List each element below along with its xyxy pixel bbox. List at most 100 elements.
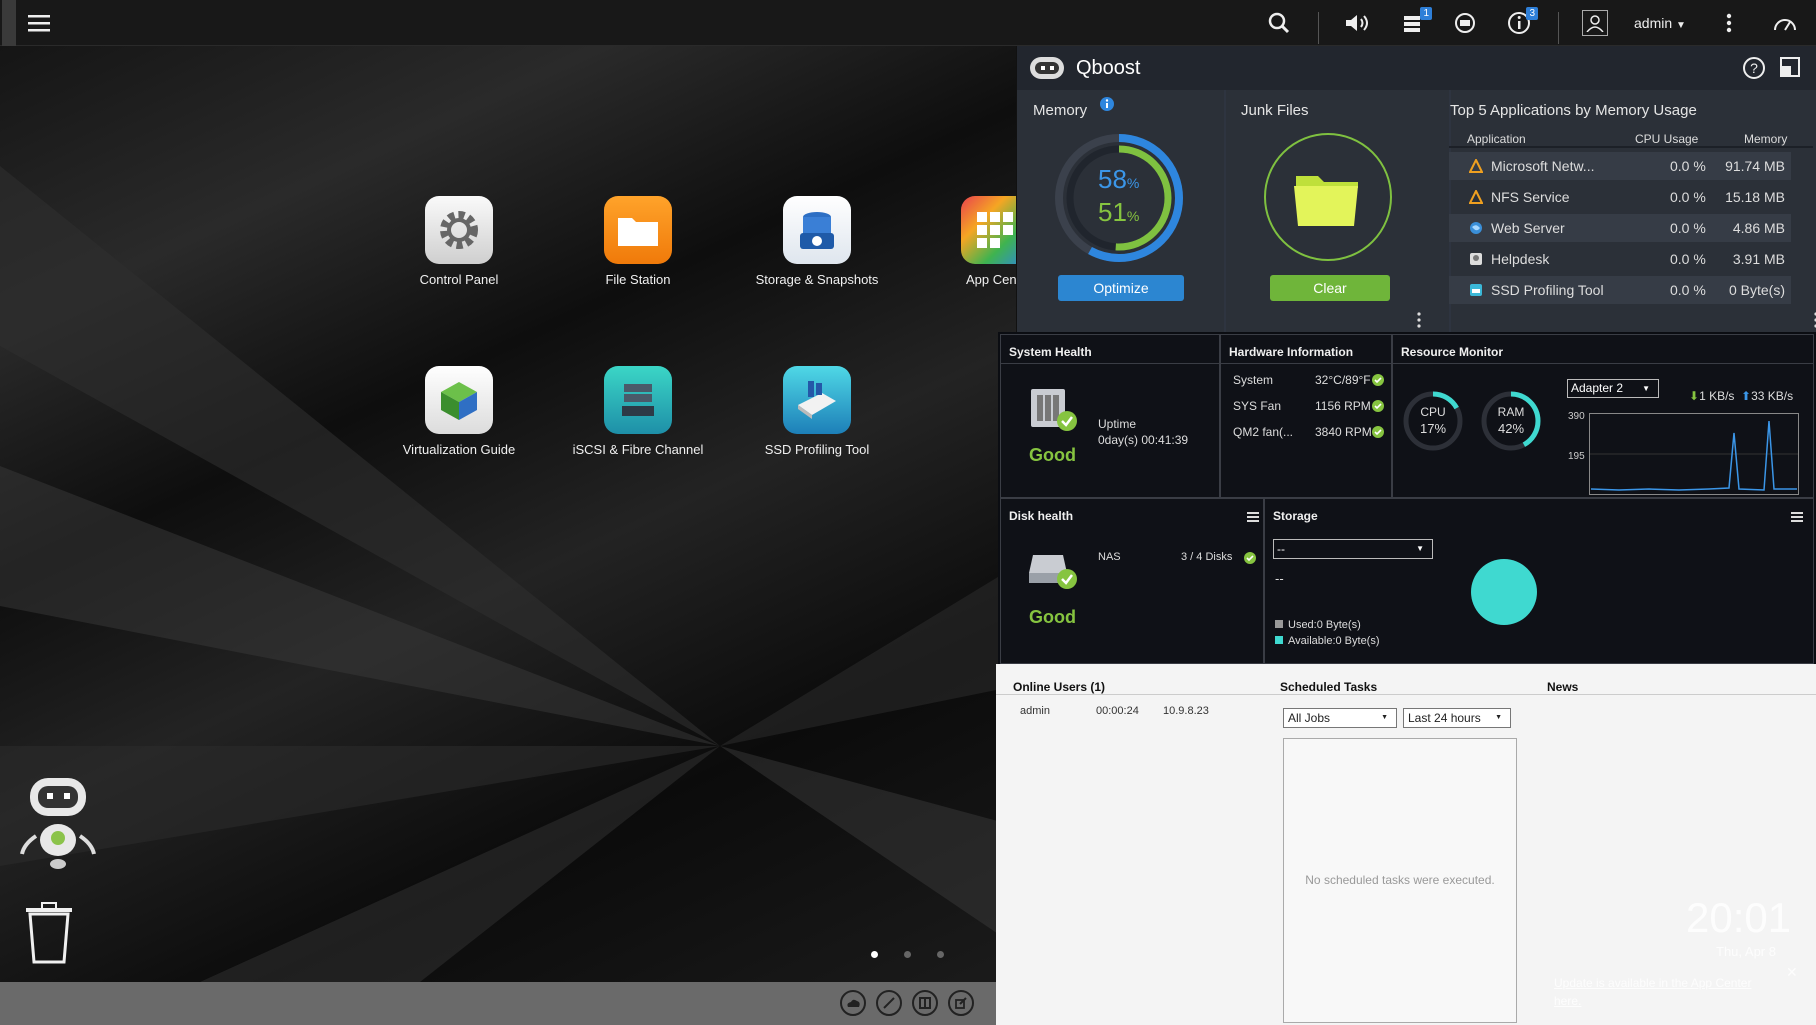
upload-value: 33 KB/s <box>1751 389 1794 403</box>
app-cpu: 0.0 % <box>1670 189 1706 205</box>
app-center-icon <box>961 196 1016 264</box>
more-options-icon[interactable] <box>1714 8 1744 38</box>
online-user-name: admin <box>1020 705 1050 717</box>
app-label: Virtualization Guide <box>402 442 516 457</box>
app-virtualization-guide[interactable]: Virtualization Guide <box>374 366 544 457</box>
list-icon[interactable] <box>1247 509 1259 527</box>
app-mem: 3.91 MB <box>1732 251 1785 267</box>
junk-files-label: Junk Files <box>1241 102 1309 119</box>
hw-label: QM2 fan(... <box>1233 425 1294 439</box>
time-filter-select[interactable]: Last 24 hours ▼ <box>1403 708 1511 728</box>
event-notification-icon[interactable]: 3 <box>1504 7 1538 38</box>
control-panel-gear-icon <box>425 196 493 264</box>
dashboard-widgets: System Health Good Uptime 0day(s) 00:41:… <box>998 332 1816 664</box>
bottom-widgets: Online Users (1) admin 00:00:24 10.9.8.2… <box>996 664 1816 1025</box>
table-row[interactable]: Microsoft Netw... 0.0 % 91.74 MB <box>1449 152 1791 180</box>
junk-more-icon[interactable] <box>1417 312 1421 333</box>
storage-value: -- <box>1275 571 1284 586</box>
dock-panel-icon[interactable] <box>912 990 938 1016</box>
helpdesk-icon <box>1470 253 1482 265</box>
qboost-robot-icon[interactable] <box>18 774 108 879</box>
hw-label: SYS Fan <box>1233 399 1282 413</box>
table-row[interactable]: Web Server 0.0 % 4.86 MB <box>1449 214 1791 242</box>
online-user-ip: 10.9.8.23 <box>1163 705 1209 717</box>
storage-panel: Storage -- ▼ -- Used:0 Byte(s) Available… <box>1264 498 1814 664</box>
adapter-value: Adapter 2 <box>1571 381 1624 395</box>
list-icon[interactable] <box>1791 509 1803 527</box>
disk-health-status: Good <box>1029 607 1076 627</box>
clear-button[interactable]: Clear <box>1270 275 1390 301</box>
resource-monitor-title: Resource Monitor <box>1401 345 1504 359</box>
volume-icon[interactable] <box>1342 8 1372 38</box>
arrow-down-icon: ⬇ <box>1689 389 1700 403</box>
dock-tools-icon[interactable] <box>876 990 902 1016</box>
minimize-widget-icon[interactable] <box>1779 56 1801 83</box>
update-here-link[interactable]: here. <box>1554 994 1581 1008</box>
app-control-panel[interactable]: Control Panel <box>374 196 544 287</box>
memory-info-icon[interactable] <box>1099 96 1115 117</box>
table-row[interactable]: NFS Service 0.0 % 15.18 MB <box>1449 183 1791 211</box>
jobs-filter-value: All Jobs <box>1288 711 1331 725</box>
app-cpu: 0.0 % <box>1670 251 1706 267</box>
help-icon[interactable]: ? <box>1742 56 1766 85</box>
qboost-header: Qboost ? <box>1017 46 1816 90</box>
app-file-station[interactable]: File Station <box>553 196 723 287</box>
app-ssd-profiling[interactable]: SSD Profiling Tool <box>732 366 902 457</box>
optimize-button[interactable]: Optimize <box>1058 275 1184 301</box>
storage-snapshots-icon <box>783 196 851 264</box>
storage-select[interactable]: -- ▼ <box>1273 539 1433 559</box>
table-row[interactable]: SSD Profiling Tool 0.0 % 0 Byte(s) <box>1449 276 1791 304</box>
ssd-profiling-small-icon <box>1470 284 1482 296</box>
news-title: News <box>1547 680 1579 694</box>
desktop-page-dot-2[interactable] <box>904 951 911 958</box>
user-menu[interactable]: admin ▼ <box>1634 15 1686 31</box>
top-bar: 1 3 admin ▼ <box>0 0 1816 46</box>
uptime-label: Uptime <box>1098 417 1137 431</box>
external-device-icon[interactable] <box>1450 8 1480 38</box>
memory-label: Memory <box>1033 102 1088 119</box>
check-icon <box>1372 426 1384 438</box>
desktop-page-dot-3[interactable] <box>937 951 944 958</box>
main-menu-icon[interactable] <box>24 8 54 38</box>
app-name: NFS Service <box>1491 189 1570 205</box>
search-icon[interactable] <box>1264 8 1294 38</box>
app-app-center[interactable]: App Cent <box>911 196 1016 287</box>
dock-edit-icon[interactable] <box>948 990 974 1016</box>
top5-divider <box>1449 146 1813 148</box>
hardware-info-title: Hardware Information <box>1229 345 1354 359</box>
top5-header-mem: Memory <box>1744 132 1788 146</box>
app-name: Helpdesk <box>1491 251 1550 267</box>
app-name: SSD Profiling Tool <box>1491 282 1604 298</box>
dashboard-gauge-icon[interactable] <box>1770 8 1800 38</box>
cpu-value: 17% <box>1419 421 1447 436</box>
app-storage-snapshots[interactable]: Storage & Snapshots <box>732 196 902 287</box>
iscsi-icon <box>604 366 672 434</box>
storage-available: Available:0 Byte(s) <box>1275 635 1380 647</box>
adapter-select[interactable]: Adapter 2 ▼ <box>1567 379 1659 398</box>
storage-pie <box>1471 559 1537 625</box>
cpu-label: CPU <box>1420 405 1446 419</box>
scheduled-tasks-title: Scheduled Tasks <box>1280 680 1378 694</box>
used-legend-swatch <box>1275 620 1283 628</box>
table-row[interactable]: Helpdesk 0.0 % 3.91 MB <box>1449 245 1791 273</box>
close-icon[interactable]: ✕ <box>1786 964 1798 981</box>
qboost-title: Qboost <box>1076 57 1141 79</box>
app-iscsi[interactable]: iSCSI & Fibre Channel <box>553 366 723 457</box>
desktop-page-dot-1[interactable] <box>871 951 878 958</box>
dock-cloud-icon[interactable] <box>840 990 866 1016</box>
dock-bar <box>0 982 996 1025</box>
memory-outer-value: 58 <box>1098 164 1127 194</box>
resource-monitor-panel: Resource Monitor CPU 17% RAM 42% Adapter… <box>1392 334 1814 498</box>
left-edge-tab <box>2 0 16 46</box>
smb-service-icon <box>1469 159 1483 173</box>
hw-value: 3840 RPM <box>1315 425 1372 439</box>
recycle-bin-icon[interactable] <box>24 902 74 969</box>
app-mem: 91.74 MB <box>1725 158 1785 174</box>
clock-date: Thu, Apr 8 <box>1716 944 1776 959</box>
background-tasks-icon[interactable]: 1 <box>1398 7 1432 38</box>
user-avatar-icon[interactable] <box>1582 10 1608 36</box>
update-link[interactable]: Update is available in the App Center <box>1554 976 1751 990</box>
jobs-filter-select[interactable]: All Jobs ▼ <box>1283 708 1397 728</box>
disk-health-title: Disk health <box>1009 509 1074 523</box>
system-health-title: System Health <box>1009 345 1092 359</box>
